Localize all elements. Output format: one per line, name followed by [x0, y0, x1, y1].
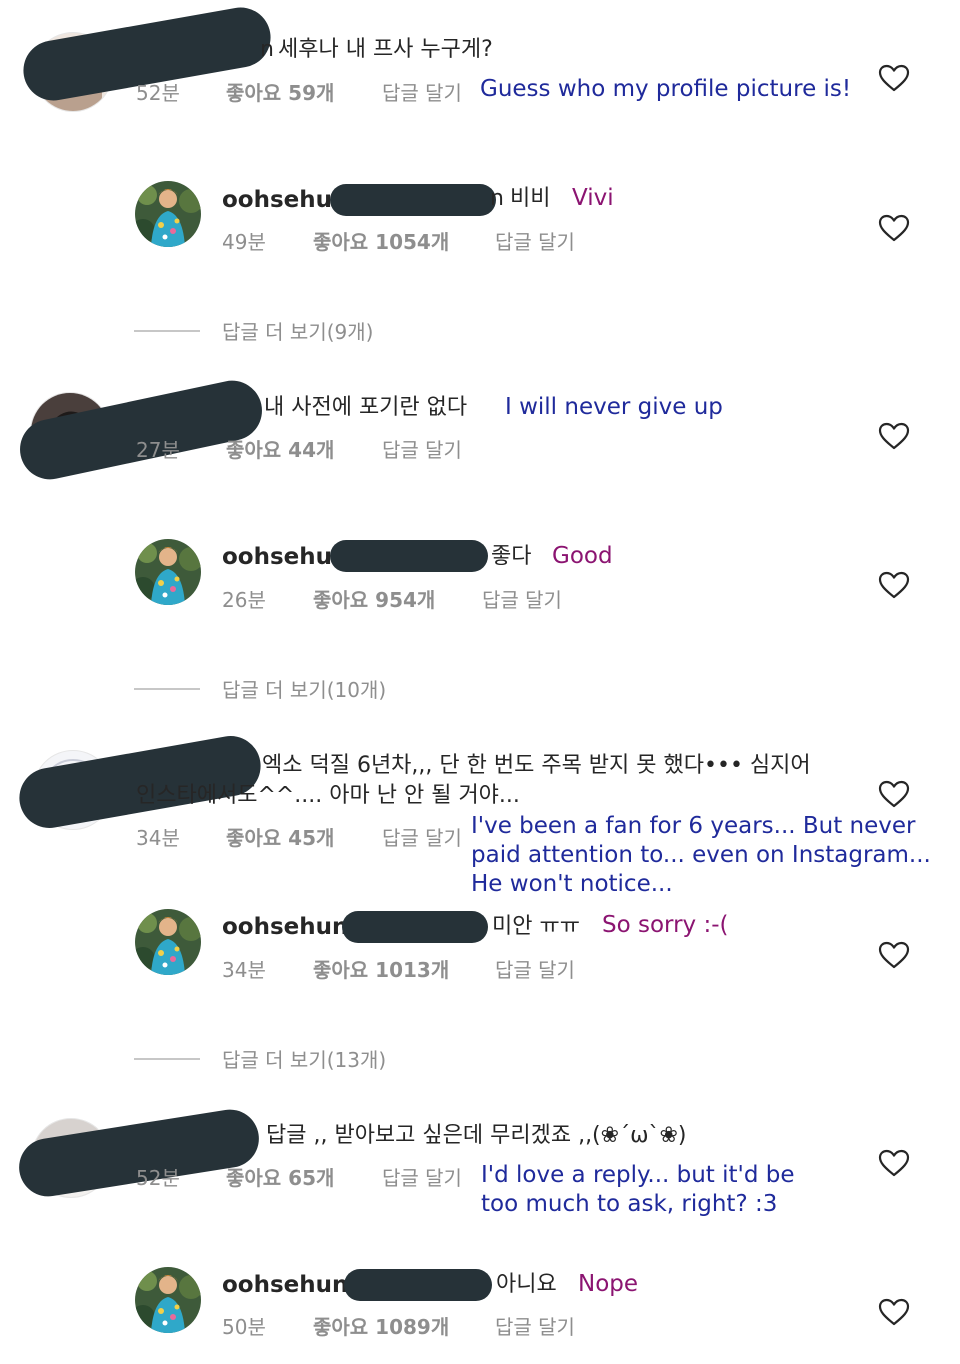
comment-time: 26분: [222, 588, 266, 612]
username-redaction: [14, 375, 268, 485]
likes-count[interactable]: 좋아요 65개: [226, 1165, 334, 1191]
sehun-avatar[interactable]: [135, 181, 201, 247]
likes-count[interactable]: 좋아요 44개: [226, 437, 334, 463]
reply-username[interactable]: oohsehun: [222, 913, 348, 941]
likes-count[interactable]: 좋아요 1013개: [313, 957, 449, 983]
divider-line: [134, 1058, 200, 1060]
heart-outline-icon[interactable]: [878, 421, 910, 451]
heart-outline-icon[interactable]: [878, 779, 910, 809]
sehun-avatar[interactable]: [135, 909, 201, 975]
likes-count[interactable]: 좋아요 1054개: [313, 229, 449, 255]
mention-redaction: [344, 1269, 492, 1301]
heart-outline-icon[interactable]: [878, 63, 910, 93]
comment-time: 34분: [136, 826, 180, 850]
translation-note: Nope: [578, 1271, 639, 1297]
reply-button[interactable]: 답글 달기: [495, 1314, 575, 1340]
translation-line3: He won't notice...: [471, 871, 673, 897]
reply-text: 좋다: [491, 544, 532, 569]
fan-comment-text: 세후나 내 프사 누구게?: [278, 37, 493, 62]
comment-time: 52분: [136, 1166, 180, 1190]
fan-comment-line1: 엑소 덕질 6년차,,, 단 한 번도 주목 받지 못 했다••• 심지어: [262, 753, 811, 778]
translation-line1: I've been a fan for 6 years... But never: [471, 813, 916, 839]
view-more-replies[interactable]: 답글 더 보기(13개): [222, 1047, 386, 1073]
mention-redaction: [342, 911, 488, 943]
reply-username[interactable]: oohsehun: [222, 1271, 348, 1299]
fan-comment-text: 내 사전에 포기란 없다: [264, 395, 468, 420]
reply-button[interactable]: 답글 달기: [382, 80, 462, 106]
heart-outline-icon[interactable]: [878, 213, 910, 243]
fan-username-tail: n: [260, 37, 274, 62]
fan-comment-text: 답글 ,, 받아보고 싶은데 무리겠죠 ,,(❀´ω`❀): [266, 1123, 687, 1148]
reply-button[interactable]: 답글 달기: [382, 437, 462, 463]
mention-tail: n: [490, 186, 504, 211]
view-more-replies[interactable]: 답글 더 보기(9개): [222, 319, 373, 345]
likes-count[interactable]: 좋아요 1089개: [313, 1314, 449, 1340]
comment-time: 50분: [222, 1315, 266, 1339]
reply-button[interactable]: 답글 달기: [495, 957, 575, 983]
reply-button[interactable]: 답글 달기: [382, 1165, 462, 1191]
view-more-replies[interactable]: 답글 더 보기(10개): [222, 677, 386, 703]
fan-comment-line2: 인스타에서도^^.... 아마 난 안 될 거야...: [136, 783, 520, 808]
translation-note: Good: [552, 543, 613, 569]
reply-text: 미안 ㅠㅠ: [492, 914, 580, 939]
translation-line1: I'd love a reply... but it'd be: [481, 1162, 795, 1188]
comment-time: 27분: [136, 438, 180, 462]
heart-outline-icon[interactable]: [878, 1148, 910, 1178]
translation-note: Guess who my profile picture is!: [480, 76, 852, 102]
translation-line2: paid attention to... even on Instagram..…: [471, 842, 931, 868]
divider-line: [134, 330, 200, 332]
reply-text: 비비: [510, 186, 551, 211]
likes-count[interactable]: 좋아요 45개: [226, 825, 334, 851]
mention-redaction: [330, 540, 488, 572]
sehun-avatar[interactable]: [135, 539, 201, 605]
reply-text: 아니요: [496, 1272, 557, 1297]
translation-note: So sorry :-(: [602, 912, 729, 938]
reply-button[interactable]: 답글 달기: [382, 825, 462, 851]
translation-note: I will never give up: [505, 394, 723, 420]
divider-line: [134, 688, 200, 690]
translation-note: Vivi: [572, 185, 614, 211]
heart-outline-icon[interactable]: [878, 1297, 910, 1327]
likes-count[interactable]: 좋아요 59개: [226, 80, 334, 106]
comment-time: 34분: [222, 958, 266, 982]
sehun-avatar[interactable]: [135, 1267, 201, 1333]
likes-count[interactable]: 좋아요 954개: [313, 587, 435, 613]
translation-line2: too much to ask, right? :3: [481, 1191, 778, 1217]
comment-time: 49분: [222, 230, 266, 254]
reply-button[interactable]: 답글 달기: [495, 229, 575, 255]
heart-outline-icon[interactable]: [878, 940, 910, 970]
reply-button[interactable]: 답글 달기: [482, 587, 562, 613]
heart-outline-icon[interactable]: [878, 570, 910, 600]
mention-redaction: [330, 184, 496, 216]
comment-time: 52분: [136, 81, 180, 105]
